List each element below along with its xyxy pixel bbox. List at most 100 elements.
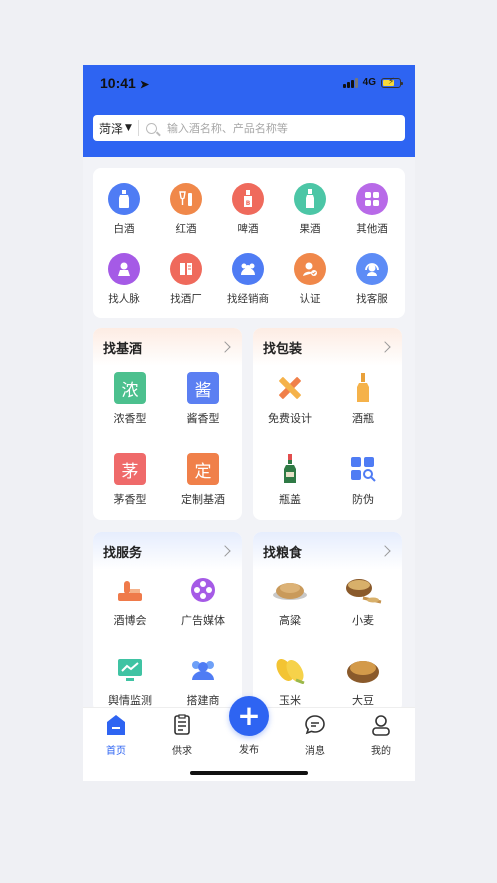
home-icon [105,714,127,736]
search-input[interactable] [166,121,387,135]
monitor-chart-icon [114,654,146,686]
person-icon [108,253,140,285]
item-wheat[interactable]: 小麦 [328,574,398,628]
item-bottle-cap[interactable]: 瓶盖 [255,453,325,507]
section-grain: 找粮食 高粱 小麦 玉米 大豆 [253,532,402,712]
section-title: 找包装 [263,341,303,357]
glyph-jiang-icon: 酱 [187,372,219,404]
item-label: 浓香型 [113,412,147,425]
film-reel-icon [187,574,219,606]
category-support[interactable]: 找客服 [341,253,403,306]
tab-label: 我的 [371,746,391,757]
location-arrow-icon: ➤ [139,79,150,91]
item-label: 小麦 [352,614,374,627]
tab-home[interactable]: 首页 [91,714,141,757]
fruit-wine-icon [294,183,326,215]
soybean-icon [345,654,381,686]
item-label: 舆情监测 [108,694,152,707]
category-label: 找人脉 [108,293,140,305]
network-type: 4G [362,77,376,88]
glyph-ding-icon: 定 [187,453,219,485]
category-grid: 白酒 红酒 B 啤酒 果酒 其他酒 找人脉 找酒厂 找经销商 认证 找客服 [93,168,405,318]
verified-icon [294,253,326,285]
category-distributor[interactable]: 找经销商 [217,253,279,306]
plus-icon: + [237,699,261,732]
item-sentiment-monitor[interactable]: 舆情监测 [95,654,165,708]
category-other[interactable]: 其他酒 [341,183,403,236]
user-icon [370,714,392,736]
item-label: 酱香型 [186,412,220,425]
item-soybean[interactable]: 大豆 [328,654,398,708]
tab-mine[interactable]: 我的 [356,714,406,757]
section-header[interactable]: 找粮食 [253,532,402,570]
city-label: 菏泽 [99,121,124,136]
category-label: 认证 [299,293,321,305]
category-beer[interactable]: B 啤酒 [217,183,279,236]
grid-icon [356,183,388,215]
section-title: 找服务 [103,545,143,561]
home-indicator [190,771,308,775]
chevron-right-icon [219,341,231,353]
category-label: 找酒厂 [170,293,202,305]
chat-bubble-icon [304,714,326,736]
tab-label: 供求 [172,746,192,757]
category-contacts[interactable]: 找人脉 [93,253,155,306]
headset-icon [356,253,388,285]
section-title: 找粮食 [263,545,303,561]
search-bar: 菏泽 ▼ [93,115,405,141]
category-label: 找客服 [356,293,388,305]
section-base-liquor: 找基酒 浓 浓香型 酱 酱香型 茅 茅香型 定 定制基酒 [93,328,242,520]
tab-supply[interactable]: 供求 [157,714,207,757]
section-title: 找基酒 [103,341,143,357]
category-label: 啤酒 [237,223,259,235]
item-label: 茅香型 [113,493,147,506]
tab-label: 首页 [106,746,126,757]
item-label: 搭建商 [186,694,220,707]
item-label: 酒瓶 [352,412,374,425]
chevron-right-icon [379,341,391,353]
item-label: 瓶盖 [279,493,301,506]
item-jiangxiang[interactable]: 酱 酱香型 [168,372,238,426]
item-label: 广告媒体 [181,614,225,627]
chevron-right-icon [219,545,231,557]
corn-icon [272,654,308,686]
category-verify[interactable]: 认证 [279,253,341,306]
document-icon [171,714,193,736]
item-corn[interactable]: 玉米 [255,654,325,708]
city-selector[interactable]: 菏泽 ▼ [93,120,139,136]
signal-icon [342,77,358,88]
publish-button[interactable]: + [229,696,269,736]
category-baijiu[interactable]: 白酒 [93,183,155,236]
bottle-icon [108,183,140,215]
tab-messages[interactable]: 消息 [290,714,340,757]
item-label: 免费设计 [268,412,312,425]
item-builder[interactable]: 搭建商 [168,654,238,708]
category-fruit-wine[interactable]: 果酒 [279,183,341,236]
item-maoxiang[interactable]: 茅 茅香型 [95,453,165,507]
item-custom[interactable]: 定 定制基酒 [168,453,238,507]
svg-text:B: B [246,200,251,207]
glyph-mao-icon: 茅 [114,453,146,485]
category-label: 白酒 [113,223,135,235]
item-anti-counterfeit[interactable]: 防伪 [328,453,398,507]
section-header[interactable]: 找服务 [93,532,242,570]
item-nongxiang[interactable]: 浓 浓香型 [95,372,165,426]
item-free-design[interactable]: 免费设计 [255,372,325,426]
category-distillery[interactable]: 找酒厂 [155,253,217,306]
item-expo[interactable]: 酒博会 [95,574,165,628]
item-bottle[interactable]: 酒瓶 [328,372,398,426]
status-time: 10:41 ➤ [100,75,150,91]
section-header[interactable]: 找基酒 [93,328,242,366]
wine-glass-icon [170,183,202,215]
item-sorghum[interactable]: 高粱 [255,574,325,628]
status-indicators: 4G ⚡ [342,77,403,88]
phone-screen: 10:41➤ 4G ⚡ 菏泽 ▼ 白酒 [83,65,415,781]
caret-down-icon: ▼ [125,123,132,133]
category-red-wine[interactable]: 红酒 [155,183,217,236]
section-header[interactable]: 找包装 [253,328,402,366]
sorghum-icon [272,574,308,606]
category-label: 找经销商 [227,293,269,305]
team-icon [187,654,219,686]
chevron-right-icon [379,545,391,557]
item-ad-media[interactable]: 广告媒体 [168,574,238,628]
